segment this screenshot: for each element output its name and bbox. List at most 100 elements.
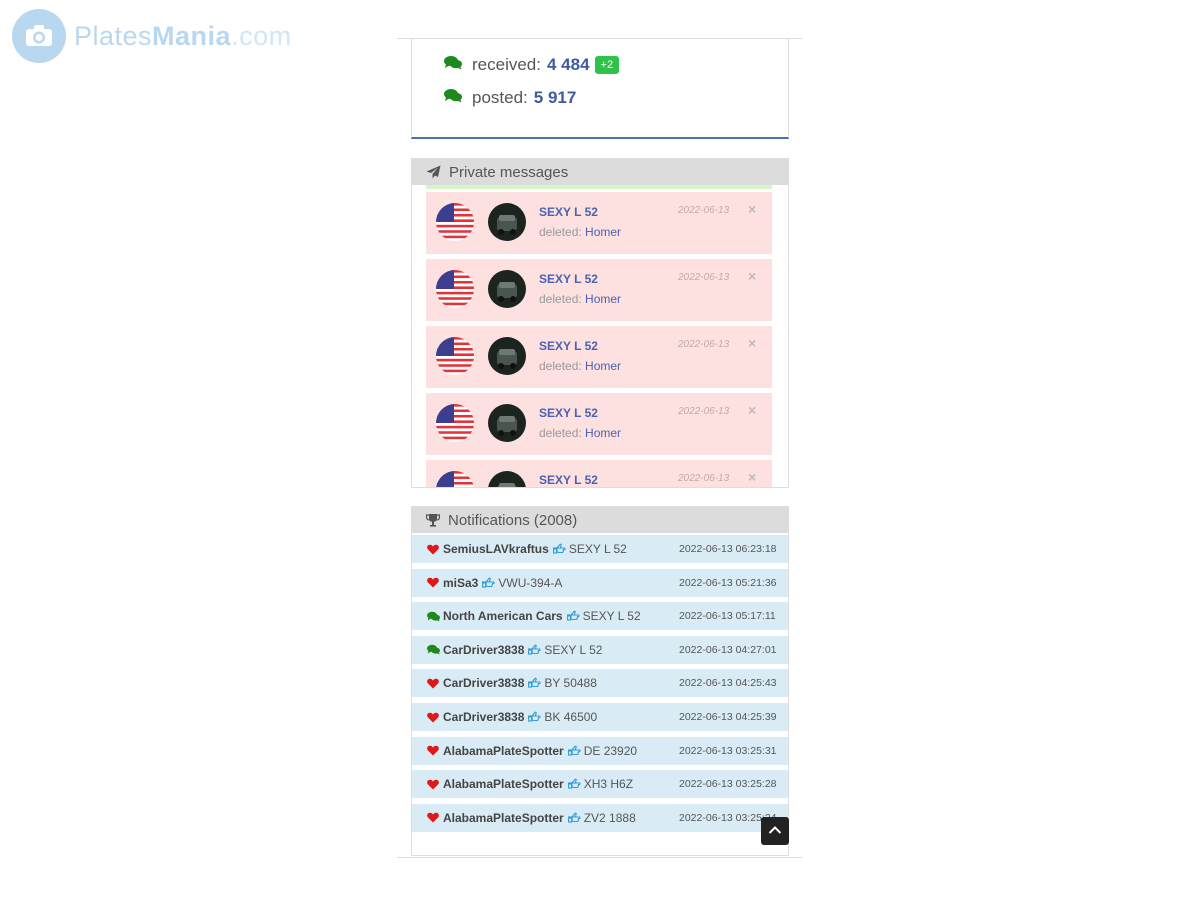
notification-user-link[interactable]: North American Cars	[443, 609, 563, 623]
thumbs-up-icon	[567, 778, 581, 790]
new-comments-badge[interactable]: +2	[594, 56, 620, 74]
close-icon[interactable]: ×	[748, 335, 756, 351]
notification-plate-link[interactable]: ZV2 1888	[584, 811, 636, 825]
pm-list-item[interactable]: SEXY L 52deleted: Homer2022-06-13×	[426, 192, 772, 254]
notification-row[interactable]: CarDriver3838 BK 46500 2022-06-13 04:25:39	[412, 703, 788, 731]
close-icon[interactable]: ×	[748, 469, 756, 485]
notification-plate-link[interactable]: BY 50488	[544, 676, 597, 690]
comments-icon	[427, 611, 441, 622]
close-icon[interactable]: ×	[748, 402, 756, 418]
posted-label: posted:	[472, 88, 528, 107]
scroll-to-top-button[interactable]	[761, 817, 789, 845]
avatar[interactable]	[488, 270, 526, 308]
avatar[interactable]	[488, 337, 526, 375]
notification-user-link[interactable]: CarDriver3838	[443, 643, 524, 657]
thumbs-up-icon	[552, 543, 566, 555]
pm-list-item[interactable]: SEXY L 52deleted: Homer2022-06-13×	[426, 259, 772, 321]
notification-plate-link[interactable]: VWU-394-A	[498, 576, 562, 590]
us-flag-icon	[436, 471, 474, 487]
close-icon[interactable]: ×	[748, 201, 756, 217]
pm-date: 2022-06-13	[678, 339, 730, 350]
private-messages-panel: Private messages SEXY L 52 deleted: Homer…	[411, 158, 789, 488]
notification-plate-link[interactable]: SEXY L 52	[544, 643, 602, 657]
notification-plate-link[interactable]: BK 46500	[544, 710, 597, 724]
pm-list-item[interactable]: SEXY L 52deleted: Homer2022-06-13×	[426, 393, 772, 455]
notification-plate-link[interactable]: DE 23920	[584, 744, 637, 758]
received-count-link[interactable]: 4 484	[547, 55, 590, 75]
comments-icon	[427, 644, 441, 655]
posted-stat: posted: 5 917	[444, 88, 576, 108]
notification-plate-link[interactable]: XH3 H6Z	[584, 777, 633, 791]
pm-status: deleted: Homer	[539, 225, 621, 239]
close-icon[interactable]: ×	[748, 268, 756, 284]
heart-icon	[427, 745, 441, 756]
private-messages-title: Private messages	[449, 163, 569, 181]
thumbs-up-icon	[482, 577, 496, 589]
avatar[interactable]	[488, 203, 526, 241]
heart-icon	[427, 812, 441, 823]
platesmania-logo: PlatesMania.com	[12, 9, 292, 63]
notification-user-link[interactable]: AlabamaPlateSpotter	[443, 744, 564, 758]
notifications-header: Notifications (2008)	[412, 507, 788, 533]
avatar[interactable]	[488, 471, 526, 487]
notification-row[interactable]: SemiusLAVkraftus SEXY L 52 2022-06-13 06:2…	[412, 535, 788, 563]
received-stat: received: 4 484 +2	[444, 55, 620, 75]
thumbs-up-icon	[528, 711, 542, 723]
pm-sender-name[interactable]: SEXY L 52	[539, 339, 598, 353]
thumbs-up-icon	[528, 644, 542, 656]
heart-icon	[427, 712, 441, 723]
us-flag-icon	[436, 270, 474, 308]
notification-user-link[interactable]: SemiusLAVkraftus	[443, 542, 549, 556]
notification-row[interactable]: CarDriver3838 SEXY L 52 2022-06-13 04:27:0…	[412, 635, 788, 664]
comments-icon	[444, 55, 462, 75]
logo-text: PlatesMania.com	[74, 20, 292, 51]
pm-status-label: deleted:	[539, 225, 582, 239]
pm-deleted-by-link[interactable]: Homer	[585, 359, 621, 373]
paper-plane-icon	[426, 165, 441, 179]
notification-plate-link[interactable]: SEXY L 52	[583, 609, 641, 623]
private-messages-list[interactable]: SEXY L 52 deleted: Homer 2022-06-13 × SEXY L…	[412, 185, 788, 487]
pm-deleted-by-link[interactable]: Homer	[585, 292, 621, 306]
private-messages-header: Private messages	[412, 159, 788, 185]
notification-row[interactable]: AlabamaPlateSpotter ZV2 1888 2022-06-13 03…	[412, 803, 788, 832]
notification-row[interactable]: AlabamaPlateSpotter XH3 H6Z 2022-06-13 03:…	[412, 770, 788, 799]
notifications-list: SemiusLAVkraftus SEXY L 52 2022-06-13 06:2…	[412, 533, 788, 855]
notifications-title: Notifications (2008)	[448, 511, 578, 529]
notification-row[interactable]: North American Cars SEXY L 52 2022-06-13 0…	[412, 602, 788, 631]
notification-user-link[interactable]: miSa3	[443, 576, 478, 590]
pm-deleted-by-link[interactable]: Homer	[585, 426, 621, 440]
pm-list-item[interactable]: SEXY L 52deleted: Homer2022-06-13×	[426, 326, 772, 388]
pm-sender-name[interactable]: SEXY L 52	[539, 473, 598, 487]
pm-status-label: deleted:	[539, 426, 582, 440]
notification-time: 2022-06-13 06:23:18	[679, 543, 777, 555]
notification-user-link[interactable]: AlabamaPlateSpotter	[443, 777, 564, 791]
posted-count-link[interactable]: 5 917	[534, 88, 577, 108]
notification-row[interactable]: miSa3 VWU-394-A 2022-06-13 05:21:36	[412, 568, 788, 597]
thumbs-up-icon	[566, 610, 580, 622]
heart-icon	[427, 544, 441, 555]
comment-stats-card: received: 4 484 +2 posted: 5 917	[411, 39, 789, 139]
notification-time: 2022-06-13 04:25:39	[679, 711, 777, 723]
us-flag-icon	[436, 404, 474, 442]
notification-user-link[interactable]: CarDriver3838	[443, 710, 524, 724]
notification-time: 2022-06-13 03:25:31	[679, 744, 777, 757]
notification-time: 2022-06-13 04:25:43	[679, 677, 777, 690]
pm-deleted-by-link[interactable]: Homer	[585, 225, 621, 239]
notification-plate-link[interactable]: SEXY L 52	[569, 542, 627, 556]
heart-icon	[427, 779, 441, 790]
pm-status-label: deleted:	[539, 292, 582, 306]
pm-status: deleted: Homer	[539, 292, 621, 306]
pm-sender-name[interactable]: SEXY L 52	[539, 205, 598, 219]
notification-row[interactable]: AlabamaPlateSpotter DE 23920 2022-06-13 03…	[412, 736, 788, 765]
notification-user-link[interactable]: CarDriver3838	[443, 676, 524, 690]
thumbs-up-icon	[567, 745, 581, 757]
notification-user-link[interactable]: AlabamaPlateSpotter	[443, 811, 564, 825]
pm-list-item[interactable]: SEXY L 52deleted: Homer2022-06-13×	[426, 460, 772, 487]
avatar[interactable]	[488, 404, 526, 442]
us-flag-icon	[436, 337, 474, 375]
notification-time: 2022-06-13 05:21:36	[679, 576, 777, 589]
notification-row[interactable]: CarDriver3838 BY 50488 2022-06-13 04:25:43	[412, 669, 788, 698]
pm-sender-name[interactable]: SEXY L 52	[539, 272, 598, 286]
pm-sender-name[interactable]: SEXY L 52	[539, 406, 598, 420]
received-label: received:	[472, 55, 541, 74]
